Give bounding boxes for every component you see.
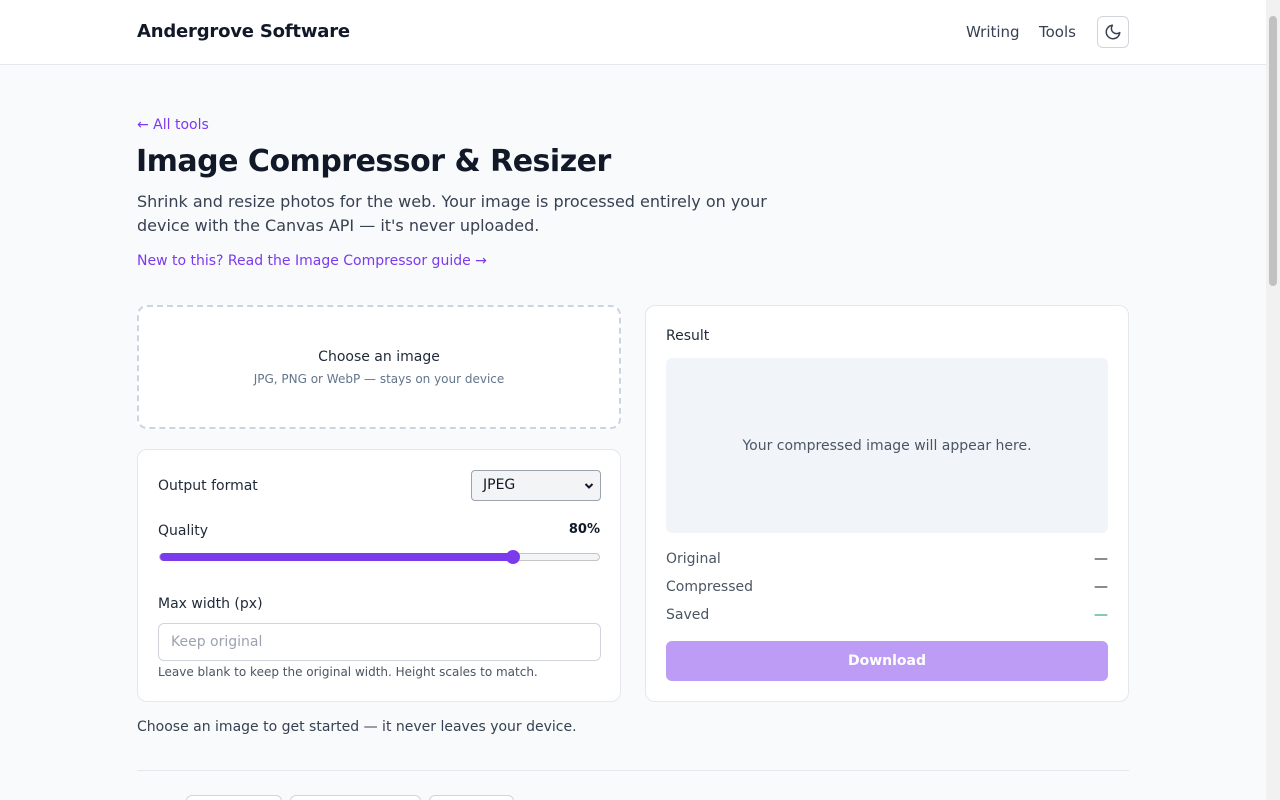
quality-slider[interactable] (159, 550, 600, 564)
page-title: Image Compressor & Resizer (136, 144, 611, 179)
stat-compressed: Compressed — (666, 579, 1108, 599)
settings-panel: Output format JPEG Quality 80% Max width… (137, 449, 621, 702)
chevron-down-icon (584, 483, 594, 489)
stat-label: Compressed (666, 579, 754, 595)
quality-label: Quality (158, 523, 209, 539)
brand-name[interactable]: Andergrove Software (137, 21, 350, 42)
bottom-chip[interactable] (429, 795, 514, 800)
dropzone-subtitle: JPG, PNG or WebP — stays on your device (253, 372, 505, 386)
result-panel: Result Your compressed image will appear… (645, 305, 1129, 702)
output-format-value: JPEG (483, 477, 516, 493)
page-description: Shrink and resize photos for the web. Yo… (137, 192, 767, 235)
moon-icon (1105, 24, 1121, 40)
theme-toggle-button[interactable] (1097, 16, 1129, 48)
max-width-hint: Leave blank to keep the original width. … (158, 665, 538, 679)
result-preview: Your compressed image will appear here. (666, 358, 1108, 533)
quality-slider-fill (160, 553, 513, 561)
stat-label: Saved (666, 607, 710, 623)
bottom-chip[interactable] (290, 795, 421, 800)
stat-value: — (1094, 579, 1108, 595)
stat-value: — (1094, 607, 1108, 623)
max-width-input[interactable] (158, 623, 601, 661)
site-header: Andergrove Software Writing Tools (0, 0, 1266, 65)
status-message: Choose an image to get started — it neve… (137, 719, 577, 735)
stat-original: Original — (666, 551, 1108, 571)
nav-writing[interactable]: Writing (966, 23, 1020, 41)
image-dropzone[interactable]: Choose an image JPG, PNG or WebP — stays… (137, 305, 621, 429)
result-title: Result (666, 328, 710, 344)
bottom-chip[interactable] (186, 795, 282, 800)
back-to-all-tools-link[interactable]: ← All tools (137, 117, 209, 133)
output-format-select[interactable]: JPEG (471, 470, 601, 501)
quality-value: 80% (568, 522, 600, 537)
download-button[interactable]: Download (666, 641, 1108, 681)
scrollbar-thumb[interactable] (1269, 16, 1277, 286)
section-divider (137, 770, 1129, 771)
guide-link[interactable]: New to this? Read the Image Compressor g… (137, 253, 487, 269)
stat-value: — (1094, 551, 1108, 567)
output-format-label: Output format (158, 478, 258, 494)
preview-placeholder: Your compressed image will appear here. (742, 437, 1032, 454)
page-scrollbar[interactable] (1266, 0, 1280, 800)
max-width-label: Max width (px) (158, 596, 263, 612)
stat-saved: Saved — (666, 607, 1108, 627)
dropzone-title: Choose an image (318, 349, 440, 365)
quality-slider-thumb[interactable] (505, 550, 520, 564)
nav-tools[interactable]: Tools (1039, 23, 1076, 41)
stat-label: Original (666, 551, 721, 567)
